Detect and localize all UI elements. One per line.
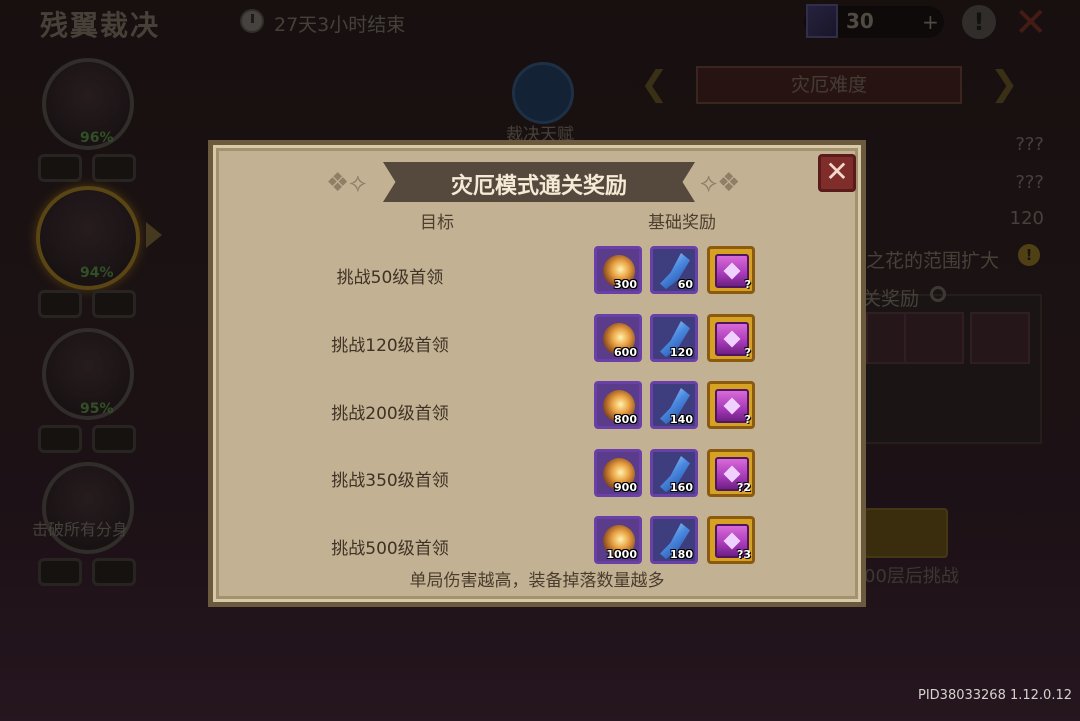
close-modal-button[interactable]: ✕ — [818, 154, 856, 192]
item-quantity: 180 — [670, 548, 693, 561]
feather-reward-item[interactable]: 140 — [650, 381, 698, 429]
chest-reward-item[interactable]: ? — [707, 246, 755, 294]
column-header-reward: 基础奖励 — [648, 213, 716, 233]
row-target: 挑战350级首领 — [331, 471, 449, 491]
item-quantity: 120 — [670, 346, 693, 359]
chest-reward-item[interactable]: ?2 — [707, 449, 755, 497]
row-target: 挑战120级首领 — [331, 336, 449, 356]
item-quantity: ? — [744, 278, 751, 291]
feather-reward-item[interactable]: 180 — [650, 516, 698, 564]
row-target: 挑战500级首领 — [331, 539, 449, 559]
feather-reward-item[interactable]: 60 — [650, 246, 698, 294]
row-target: 挑战50级首领 — [336, 268, 444, 288]
item-quantity: 600 — [614, 346, 637, 359]
item-quantity: ? — [744, 346, 751, 359]
orb-reward-item[interactable]: 900 — [594, 449, 642, 497]
row-target: 挑战200级首领 — [331, 404, 449, 424]
item-quantity: 160 — [670, 481, 693, 494]
feather-reward-item[interactable]: 120 — [650, 314, 698, 362]
item-quantity: 800 — [614, 413, 637, 426]
orb-reward-item[interactable]: 300 — [594, 246, 642, 294]
item-quantity: ?2 — [736, 481, 751, 494]
modal-footer-note: 单局伤害越高，装备掉落数量越多 — [409, 571, 665, 591]
ornament-left-icon: ❖⟡ — [326, 168, 367, 198]
item-quantity: 900 — [614, 481, 637, 494]
orb-reward-item[interactable]: 800 — [594, 381, 642, 429]
item-quantity: 60 — [677, 278, 693, 291]
orb-reward-item[interactable]: 600 — [594, 314, 642, 362]
modal-title: 灾厄模式通关奖励 — [450, 174, 627, 199]
column-header-target: 目标 — [420, 213, 454, 233]
item-quantity: ?3 — [736, 548, 751, 561]
feather-reward-item[interactable]: 160 — [650, 449, 698, 497]
build-id: PID38033268 1.12.0.12 — [918, 688, 1073, 703]
chest-reward-item[interactable]: ? — [707, 314, 755, 362]
item-quantity: ? — [744, 413, 751, 426]
ornament-right-icon: ⟡❖ — [700, 168, 741, 198]
item-quantity: 1000 — [606, 548, 637, 561]
item-quantity: 300 — [614, 278, 637, 291]
orb-reward-item[interactable]: 1000 — [594, 516, 642, 564]
chest-reward-item[interactable]: ?3 — [707, 516, 755, 564]
chest-reward-item[interactable]: ? — [707, 381, 755, 429]
item-quantity: 140 — [670, 413, 693, 426]
